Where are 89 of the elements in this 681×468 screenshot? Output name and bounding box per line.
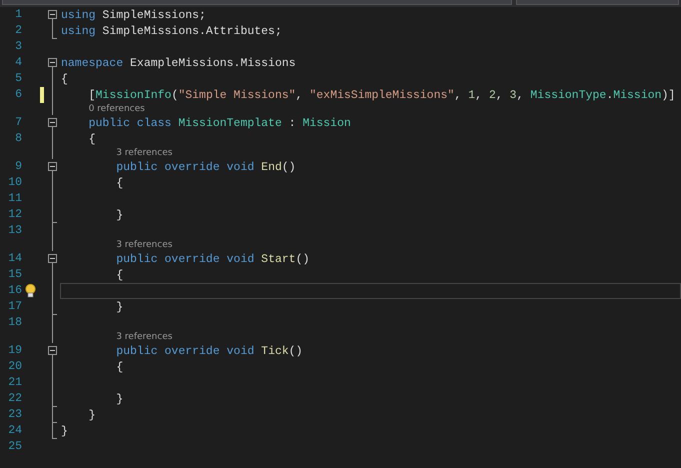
code-token: End xyxy=(260,161,282,174)
line-number: 14 xyxy=(7,251,22,267)
code-token: . xyxy=(606,89,614,102)
code-token: } xyxy=(88,409,96,422)
code-token: } xyxy=(115,301,124,314)
collapse-icon[interactable] xyxy=(48,10,57,19)
line-number: 4 xyxy=(14,55,22,71)
code-token: "Simple Missions" xyxy=(178,89,296,102)
code-token: override xyxy=(164,345,220,358)
references-link[interactable]: 3 references xyxy=(116,147,172,159)
code-token: void xyxy=(226,253,254,266)
line-number: 1 xyxy=(14,7,22,23)
code-token: , xyxy=(296,89,304,102)
collapse-icon[interactable] xyxy=(48,346,57,355)
line-number: 15 xyxy=(7,267,22,283)
code-token: override xyxy=(164,161,220,174)
line-number: 17 xyxy=(7,299,22,315)
line-number: 22 xyxy=(7,391,22,407)
code-token: } xyxy=(115,209,124,222)
code-token: SimpleMissions.Attributes; xyxy=(101,25,282,38)
code-token: )] xyxy=(662,89,676,102)
code-token: , xyxy=(475,89,484,102)
code-token: 2 xyxy=(488,89,496,102)
collapse-icon[interactable] xyxy=(48,58,57,67)
code-token: MissionType xyxy=(530,89,606,102)
lightbulb-icon[interactable] xyxy=(24,284,36,298)
code-token: 3 xyxy=(510,89,517,102)
code-token: SimpleMissions; xyxy=(101,9,206,22)
code-token: { xyxy=(115,269,124,282)
line-number: 6 xyxy=(14,87,22,103)
code-token: } xyxy=(115,393,124,406)
collapse-icon[interactable] xyxy=(48,118,57,127)
code-token: Mission xyxy=(613,89,662,102)
code-token: { xyxy=(61,73,68,86)
code-token: public xyxy=(115,345,158,358)
code-token: using xyxy=(61,9,96,22)
code-token: , xyxy=(454,89,462,102)
code-token: MissionInfo xyxy=(96,89,172,102)
line-number: 7 xyxy=(14,115,22,131)
code-token: Start xyxy=(260,253,296,266)
collapse-icon[interactable] xyxy=(48,254,57,263)
line-number: 2 xyxy=(14,23,22,39)
line-number: 24 xyxy=(7,423,22,439)
code-token: , xyxy=(496,89,504,102)
code-token: public xyxy=(115,253,158,266)
code-token: void xyxy=(226,345,254,358)
code-token: [ xyxy=(88,89,96,102)
code-token: public xyxy=(88,117,130,130)
code-token: MissionTemplate xyxy=(177,117,282,130)
code-token: void xyxy=(226,161,254,174)
collapse-icon[interactable] xyxy=(48,162,57,171)
line-number: 21 xyxy=(7,375,22,391)
line-number: 18 xyxy=(7,315,22,331)
line-number: 16 xyxy=(7,283,22,299)
line-number: 12 xyxy=(7,207,22,223)
line-number: 20 xyxy=(7,359,22,375)
code-token: class xyxy=(136,117,172,130)
line-number: 9 xyxy=(14,159,22,175)
code-token: ( xyxy=(171,89,178,102)
code-token: ExampleMissions.Missions xyxy=(129,57,296,70)
line-number: 10 xyxy=(7,175,22,191)
code-token: using xyxy=(61,25,96,38)
code-token: : xyxy=(288,117,297,130)
references-link[interactable]: 3 references xyxy=(116,331,172,343)
code-token: () xyxy=(282,161,296,174)
line-number: 5 xyxy=(14,71,22,87)
code-token: () xyxy=(288,345,303,358)
code-token: public xyxy=(115,161,158,174)
code-token: "exMisSimpleMissions" xyxy=(309,89,454,102)
code-token: , xyxy=(516,89,524,102)
line-number: 25 xyxy=(7,439,22,455)
line-number: 3 xyxy=(14,39,22,55)
code-token: { xyxy=(115,177,124,190)
line-number: 19 xyxy=(7,343,22,359)
code-token: 1 xyxy=(468,89,476,102)
code-token: Tick xyxy=(260,345,289,358)
references-link[interactable]: 0 references xyxy=(88,103,145,115)
code-token: () xyxy=(296,253,310,266)
line-number: 8 xyxy=(14,131,22,147)
code-token: } xyxy=(61,425,68,438)
line-number: 13 xyxy=(7,223,22,239)
line-number: 23 xyxy=(7,407,22,423)
line-number: 11 xyxy=(7,191,22,207)
references-link[interactable]: 3 references xyxy=(116,239,172,251)
code-token: { xyxy=(115,361,124,374)
code-token: namespace xyxy=(61,57,124,70)
code-token: Mission xyxy=(302,117,351,130)
code-token: override xyxy=(164,253,220,266)
code-token: { xyxy=(88,133,96,146)
